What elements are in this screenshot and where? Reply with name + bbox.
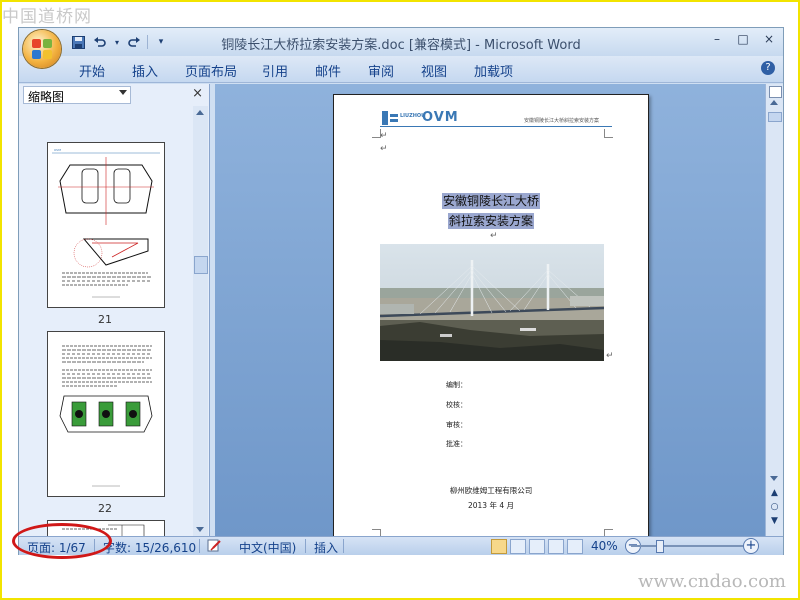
- scroll-down-icon[interactable]: [196, 527, 204, 532]
- page-thumbnail-content: OVM: [52, 148, 160, 298]
- page-thumbnail-21[interactable]: OVM: [47, 142, 165, 308]
- previous-page-icon[interactable]: ▲: [769, 488, 780, 499]
- tab-page-layout[interactable]: 页面布局: [185, 61, 237, 80]
- paragraph-mark: ↵: [606, 351, 614, 361]
- scrollbar-thumb[interactable]: [194, 256, 208, 274]
- tab-home[interactable]: 开始: [79, 61, 105, 80]
- thumbnail-pane: 缩略图 × OVM 21 22: [19, 84, 210, 537]
- thumbnail-scrollbar[interactable]: [193, 106, 208, 536]
- page-thumbnail-22[interactable]: [47, 331, 165, 497]
- full-screen-reading-view-icon[interactable]: [510, 539, 526, 554]
- paragraph-mark: ↵: [380, 131, 388, 141]
- sign-row-checked: 校核：: [446, 401, 467, 409]
- doc-title-line2: 斜拉索安装方案: [447, 213, 534, 229]
- header-doc-title: 安徽铜陵长江大桥斜拉索安装方案: [524, 118, 600, 124]
- page-thumbnail-content: [59, 345, 153, 487]
- status-separator: [305, 539, 306, 553]
- office-logo-icon: [32, 39, 52, 59]
- word-window: ▾ ▾ 铜陵长江大桥拉索安装方案.doc [兼容模式] - Microsoft …: [18, 27, 784, 555]
- title-bar: ▾ ▾ 铜陵长江大桥拉索安装方案.doc [兼容模式] - Microsoft …: [19, 28, 783, 56]
- document-page[interactable]: LIUZHOU OVM 安徽铜陵长江大桥斜拉索安装方案 ↵ ↵ 安徽铜陵长江大桥…: [333, 94, 649, 538]
- thumbnail-view-select[interactable]: 缩略图: [23, 86, 131, 104]
- scrollbar-thumb[interactable]: [768, 112, 782, 122]
- document-scrollbar[interactable]: ▲ ○ ▼: [765, 84, 783, 536]
- watermark-bottom: www.cndao.com: [638, 571, 786, 592]
- zoom-level[interactable]: 40%: [591, 539, 618, 553]
- outline-view-icon[interactable]: [548, 539, 564, 554]
- ribbon-tabs: 开始 插入 页面布局 引用 邮件 审阅 视图 加载项 ?: [19, 56, 783, 83]
- scroll-down-icon[interactable]: [770, 476, 778, 481]
- status-separator: [343, 539, 344, 553]
- sign-row-prepared: 编制：: [446, 381, 467, 389]
- sign-row-approved: 批准：: [446, 440, 467, 448]
- next-page-icon[interactable]: ▼: [769, 516, 780, 527]
- scroll-up-icon[interactable]: [196, 110, 204, 115]
- zoom-slider-knob[interactable]: [656, 540, 664, 553]
- close-button[interactable]: ×: [761, 31, 777, 47]
- header-rule: [380, 126, 612, 127]
- watermark-top: 中国道桥网: [2, 7, 92, 27]
- tab-view[interactable]: 视图: [421, 61, 447, 80]
- thumbnail-close-button[interactable]: ×: [192, 86, 203, 101]
- draft-view-icon[interactable]: [567, 539, 583, 554]
- zoom-slider[interactable]: [631, 545, 745, 547]
- status-separator: [199, 539, 200, 553]
- paragraph-mark: ↵: [490, 231, 498, 241]
- bridge-photo[interactable]: [380, 244, 604, 361]
- paragraph-mark: ↵: [380, 144, 388, 154]
- company-name: 柳州欧维姆工程有限公司: [449, 486, 533, 495]
- doc-title-line1: 安徽铜陵长江大桥: [441, 193, 540, 209]
- header-brand: OVM: [422, 110, 459, 125]
- thumbnail-page-number: 22: [98, 502, 112, 515]
- tab-references[interactable]: 引用: [262, 61, 288, 80]
- margin-corner: [604, 129, 613, 138]
- tab-review[interactable]: 审阅: [368, 61, 394, 80]
- word-count-status[interactable]: 字数: 15/26,610: [103, 539, 196, 556]
- sign-row-reviewed: 审核：: [446, 421, 467, 429]
- tab-add-ins[interactable]: 加载项: [474, 61, 513, 80]
- thumbnail-page-number: 21: [98, 313, 112, 326]
- select-browse-object-icon[interactable]: ○: [769, 502, 780, 513]
- thumbnail-header: 缩略图 ×: [21, 85, 207, 104]
- ruler-toggle-icon[interactable]: [769, 86, 782, 98]
- chevron-down-icon: [119, 90, 127, 95]
- tab-mailings[interactable]: 邮件: [315, 61, 341, 80]
- svg-text:OVM: OVM: [54, 148, 61, 152]
- status-bar: 页面: 1/67 字数: 15/26,610 中文(中国) 插入 40% − +: [19, 536, 783, 555]
- scroll-up-icon[interactable]: [770, 100, 778, 105]
- office-button[interactable]: [23, 30, 61, 68]
- language-status[interactable]: 中文(中国): [239, 539, 296, 556]
- web-layout-view-icon[interactable]: [529, 539, 545, 554]
- tab-insert[interactable]: 插入: [132, 61, 158, 80]
- maximize-button[interactable]: □: [735, 31, 751, 47]
- window-title: 铜陵长江大桥拉索安装方案.doc [兼容模式] - Microsoft Word: [221, 38, 581, 53]
- minimize-button[interactable]: –: [709, 31, 725, 47]
- zoom-in-button[interactable]: +: [743, 538, 759, 554]
- insert-mode-status[interactable]: 插入: [314, 539, 338, 556]
- window-controls: – □ ×: [709, 31, 777, 47]
- annotation-circle: [12, 523, 112, 559]
- thumbnail-view-label: 缩略图: [28, 90, 65, 104]
- proofing-icon[interactable]: [207, 539, 223, 556]
- company-logo-icon: [382, 111, 398, 125]
- print-layout-view-icon[interactable]: [491, 539, 507, 554]
- help-button[interactable]: ?: [761, 61, 775, 75]
- document-date: 2013 年 4 月: [467, 501, 514, 510]
